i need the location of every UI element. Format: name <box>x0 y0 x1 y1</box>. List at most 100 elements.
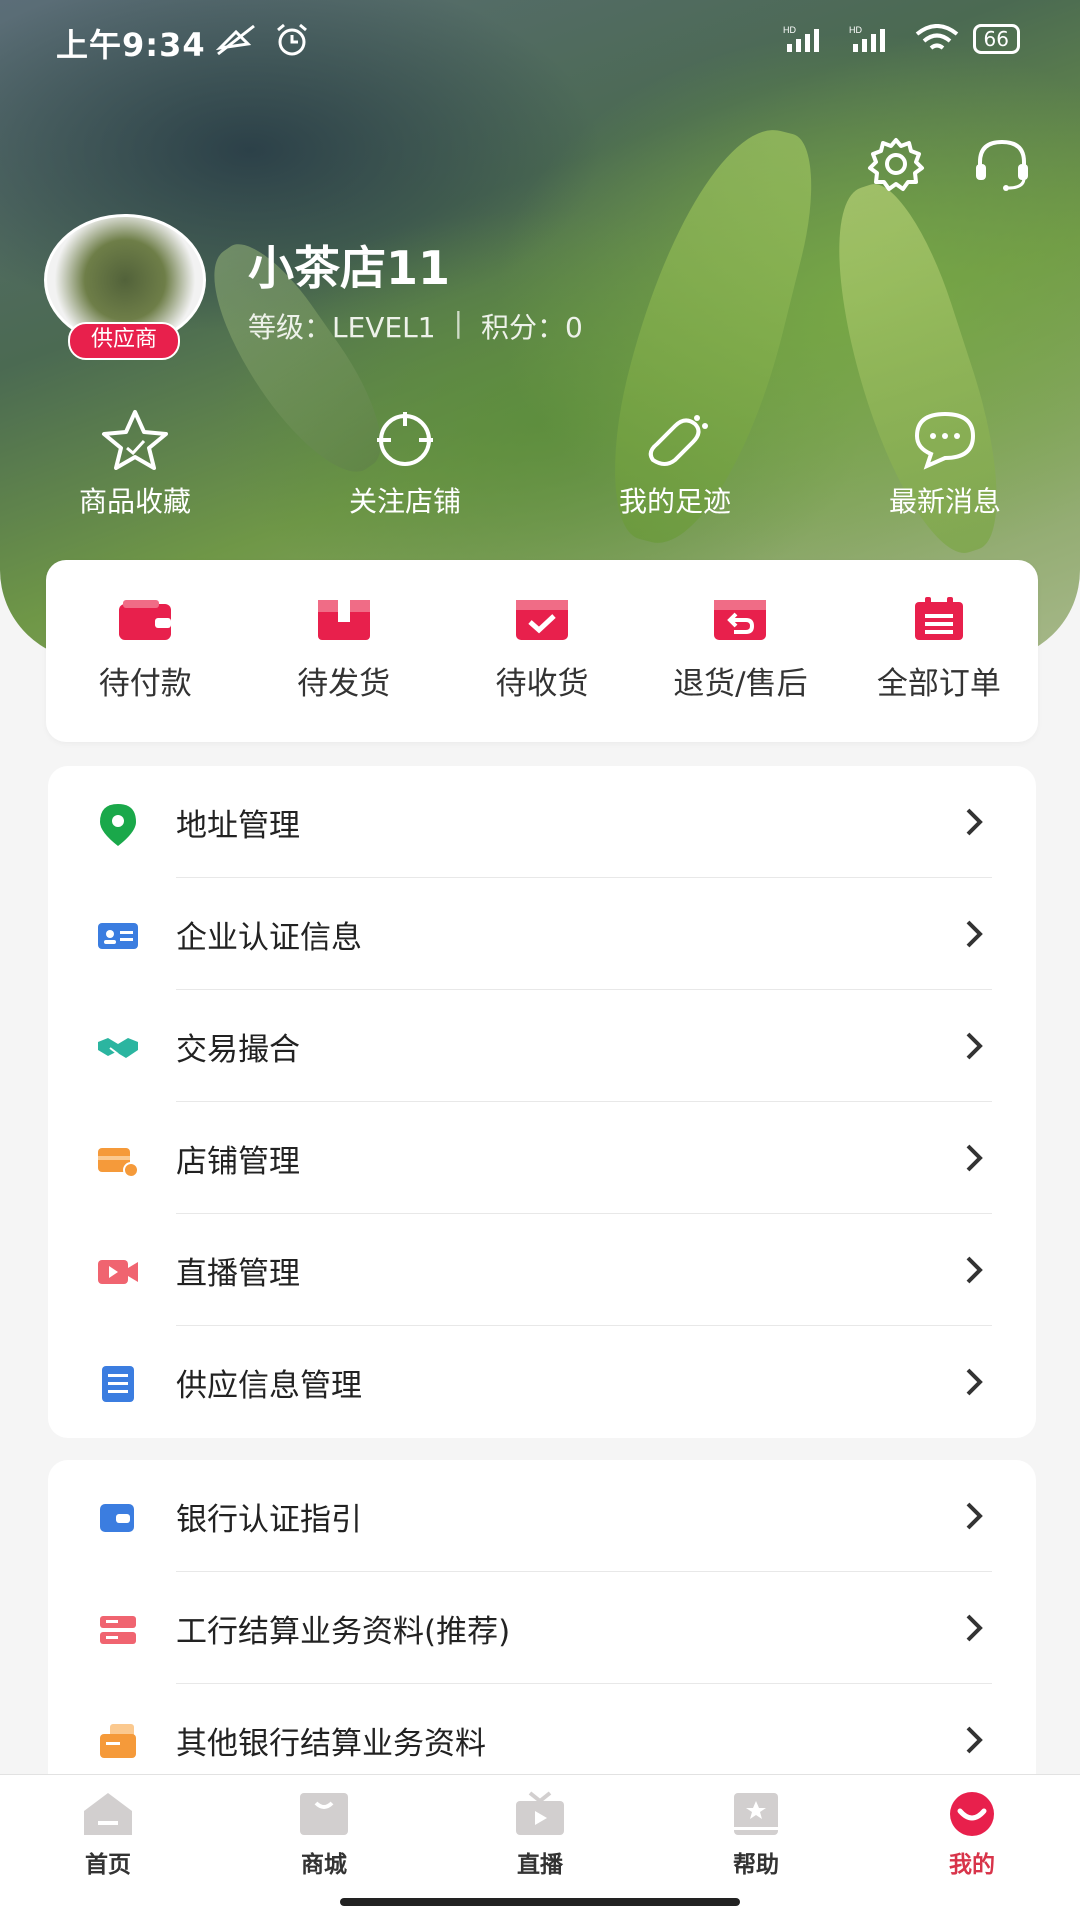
chevron-right-icon <box>966 808 983 836</box>
profile-meta: 等级：LEVEL1 | 积分：0 <box>248 306 583 346</box>
battery-level: 66 <box>972 24 1020 54</box>
signal-icon: HD <box>849 25 885 52</box>
status-indicators: HD HD 66 <box>783 24 1020 54</box>
star-icon <box>102 410 168 470</box>
order-pending-receipt[interactable]: 待收货 <box>443 560 641 742</box>
points-label: 积分： <box>481 311 566 344</box>
order-label: 待发货 <box>297 666 391 702</box>
help-book-icon <box>734 1793 778 1835</box>
menu-item-label: 店铺管理 <box>176 1143 300 1180</box>
quick-link-label: 最新消息 <box>888 485 1001 518</box>
quick-link-label: 商品收藏 <box>78 485 191 518</box>
quick-links: 商品收藏 关注店铺 我的足迹 最新消息 <box>0 408 1080 520</box>
menu-item-trade-match[interactable]: 交易撮合 <box>48 990 1036 1102</box>
chevron-right-icon <box>966 1368 983 1396</box>
wallet-icon <box>119 600 172 640</box>
supplier-badge: 供应商 <box>68 322 180 360</box>
id-card-icon <box>98 923 138 949</box>
wifi-icon <box>915 24 958 50</box>
quick-link-label: 关注店铺 <box>348 485 461 518</box>
chevron-right-icon <box>966 1256 983 1284</box>
smile-icon <box>950 1792 994 1836</box>
quick-link-messages[interactable]: 最新消息 <box>810 408 1080 520</box>
menu-item-label: 其他银行结算业务资料 <box>176 1725 486 1762</box>
order-label: 全部订单 <box>876 666 1001 702</box>
chevron-right-icon <box>966 920 983 948</box>
menu-item-label: 银行认证指引 <box>176 1501 362 1538</box>
menu-item-label: 地址管理 <box>176 807 300 844</box>
menu-card-management: 地址管理 企业认证信息 交易撮合 店铺管理 直播管理 供应信息管理 <box>48 766 1036 1438</box>
tv-icon <box>516 1791 564 1835</box>
bank-card-icon <box>100 1504 134 1532</box>
files-icon <box>100 1724 136 1758</box>
order-label: 待收货 <box>495 666 589 702</box>
menu-card-banking: 银行认证指引 工行结算业务资料(推荐) 其他银行结算业务资料 <box>48 1460 1036 1800</box>
status-time: 上午9:34 <box>56 26 206 64</box>
status-bar: 上午9:34 HD HD 66 <box>0 0 1080 84</box>
quick-link-label: 我的足迹 <box>618 485 731 518</box>
menu-item-label: 供应信息管理 <box>176 1367 362 1404</box>
menu-item-label: 交易撮合 <box>176 1031 300 1068</box>
quick-link-followed-shops[interactable]: 关注店铺 <box>270 408 540 520</box>
tab-label: 我的 <box>949 1852 995 1878</box>
server-icon <box>100 1616 136 1644</box>
tab-label: 首页 <box>85 1852 131 1878</box>
tab-label: 帮助 <box>733 1852 779 1878</box>
mute-icon <box>214 22 258 66</box>
chevron-right-icon <box>966 1726 983 1754</box>
menu-item-live-management[interactable]: 直播管理 <box>48 1214 1036 1326</box>
meta-separator: | <box>453 306 464 339</box>
menu-item-shop-management[interactable]: 店铺管理 <box>48 1102 1036 1214</box>
document-icon <box>102 1366 134 1402</box>
order-returns[interactable]: 退货/售后 <box>641 560 839 742</box>
return-icon <box>714 600 767 640</box>
home-indicator <box>340 1898 740 1906</box>
clipboard-icon <box>914 597 963 640</box>
menu-item-label: 企业认证信息 <box>176 919 362 956</box>
menu-item-enterprise-cert[interactable]: 企业认证信息 <box>48 878 1036 990</box>
home-icon <box>84 1793 132 1835</box>
order-label: 退货/售后 <box>673 666 808 702</box>
alarm-icon <box>272 22 312 66</box>
headset-icon[interactable] <box>970 134 1030 194</box>
chevron-right-icon <box>966 1614 983 1642</box>
points-value: 0 <box>565 311 583 344</box>
tab-mine[interactable]: 我的 <box>864 1775 1080 1921</box>
order-pending-shipment[interactable]: 待发货 <box>244 560 442 742</box>
shop-settings-icon <box>98 1148 139 1178</box>
menu-item-bank-cert-guide[interactable]: 银行认证指引 <box>48 1460 1036 1572</box>
inbox-check-icon <box>516 600 569 640</box>
box-icon <box>317 600 370 640</box>
menu-item-label: 工行结算业务资料(推荐) <box>176 1613 511 1650</box>
tab-label: 直播 <box>517 1852 563 1878</box>
orders-card: 待付款 待发货 待收货 退货/售后 全部订单 <box>46 560 1038 742</box>
chevron-right-icon <box>966 1144 983 1172</box>
shop-name: 小茶店11 <box>248 241 451 295</box>
video-icon <box>98 1260 138 1284</box>
chevron-right-icon <box>966 1502 983 1530</box>
message-icon <box>914 411 976 470</box>
handshake-icon <box>98 1038 138 1058</box>
order-all[interactable]: 全部订单 <box>840 560 1038 742</box>
gear-icon[interactable] <box>866 134 926 194</box>
bag-icon <box>300 1793 348 1835</box>
signal-icon: HD <box>783 25 819 52</box>
chevron-right-icon <box>966 1032 983 1060</box>
tab-label: 商城 <box>301 1852 347 1878</box>
quick-link-footprints[interactable]: 我的足迹 <box>540 408 810 520</box>
tab-home[interactable]: 首页 <box>0 1775 216 1921</box>
menu-item-supply-info[interactable]: 供应信息管理 <box>48 1326 1036 1438</box>
target-icon <box>377 412 433 466</box>
menu-item-address[interactable]: 地址管理 <box>48 766 1036 878</box>
svg-text:HD: HD <box>783 25 796 35</box>
menu-item-icbc-settlement[interactable]: 工行结算业务资料(推荐) <box>48 1572 1036 1684</box>
level-label: 等级： <box>248 311 333 344</box>
quick-link-favorites[interactable]: 商品收藏 <box>0 408 270 520</box>
level-value: LEVEL1 <box>332 311 436 344</box>
footprint-icon <box>648 415 708 466</box>
order-pending-payment[interactable]: 待付款 <box>46 560 244 742</box>
svg-text:HD: HD <box>849 25 862 35</box>
location-pin-icon <box>100 804 136 846</box>
order-label: 待付款 <box>98 666 192 702</box>
menu-item-label: 直播管理 <box>176 1255 300 1292</box>
